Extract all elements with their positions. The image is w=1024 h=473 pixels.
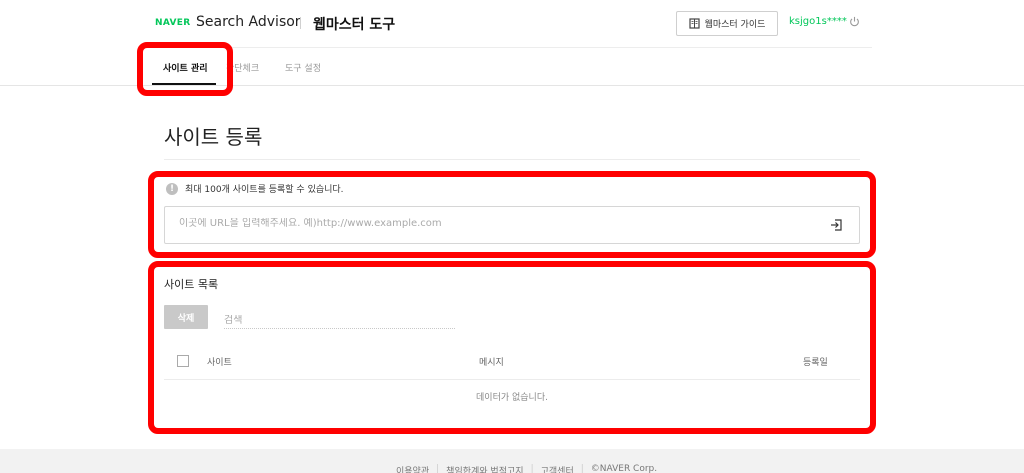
footer-separator: | <box>530 464 534 473</box>
footer-separator: | <box>436 464 440 473</box>
footer-separator: | <box>580 464 584 473</box>
footer-copyright: ©NAVER Corp. <box>590 464 658 473</box>
site-table-header: 사이트 메시지 등록일 <box>164 346 860 380</box>
register-info: ! 최대 100개 사이트를 등록할 수 있습니다. <box>166 182 344 195</box>
logo-divider <box>300 17 301 29</box>
column-registered-date: 등록일 <box>803 358 828 368</box>
naver-logo[interactable]: NAVER <box>155 18 190 28</box>
footer-links: 이용약관 | 책임한계와 법적고지 | 고객센터 | ©NAVER Corp. <box>396 464 657 473</box>
search-advisor-logo[interactable]: Search Advisor <box>196 14 301 30</box>
url-input-box[interactable] <box>164 206 860 244</box>
main-tabs: 사이트 관리 간단체크 도구 설정 <box>152 48 872 85</box>
logout-power-icon[interactable] <box>849 16 860 27</box>
search-input[interactable] <box>224 315 455 326</box>
top-header: NAVER Search Advisor 웹마스터 도구 웹마스터 가이드 ks… <box>152 0 872 48</box>
webmaster-guide-button[interactable]: 웹마스터 가이드 <box>676 11 778 36</box>
site-list-title: 사이트 목록 <box>164 278 219 291</box>
page-title: 사이트 등록 <box>164 125 263 149</box>
footer-link-support[interactable]: 고객센터 <box>541 464 574 473</box>
webmaster-guide-label: 웹마스터 가이드 <box>704 20 766 30</box>
delete-button[interactable]: 삭제 <box>164 305 208 329</box>
footer-link-terms[interactable]: 이용약관 <box>396 464 429 473</box>
footer-link-legal[interactable]: 책임한계와 법적고지 <box>446 464 523 473</box>
section-title[interactable]: 웹마스터 도구 <box>313 14 395 34</box>
enter-submit-icon[interactable] <box>829 218 843 232</box>
footer: 이용약관 | 책임한계와 법적고지 | 고객센터 | ©NAVER Corp. <box>0 449 1024 473</box>
info-icon: ! <box>166 182 178 195</box>
register-info-text: 최대 100개 사이트를 등록할 수 있습니다. <box>185 185 344 195</box>
highlight-tab-box <box>137 42 233 96</box>
tab-tool-settings[interactable]: 도구 설정 <box>285 61 321 74</box>
empty-table-message: 데이터가 없습니다. <box>476 393 548 403</box>
book-icon <box>688 18 700 29</box>
search-field[interactable] <box>224 308 455 329</box>
column-site: 사이트 <box>207 358 232 368</box>
title-divider <box>164 159 860 160</box>
user-id[interactable]: ksjgo1s**** <box>789 16 847 27</box>
column-message: 메시지 <box>479 358 504 368</box>
url-input[interactable] <box>179 218 799 229</box>
select-all-checkbox[interactable] <box>177 355 189 367</box>
